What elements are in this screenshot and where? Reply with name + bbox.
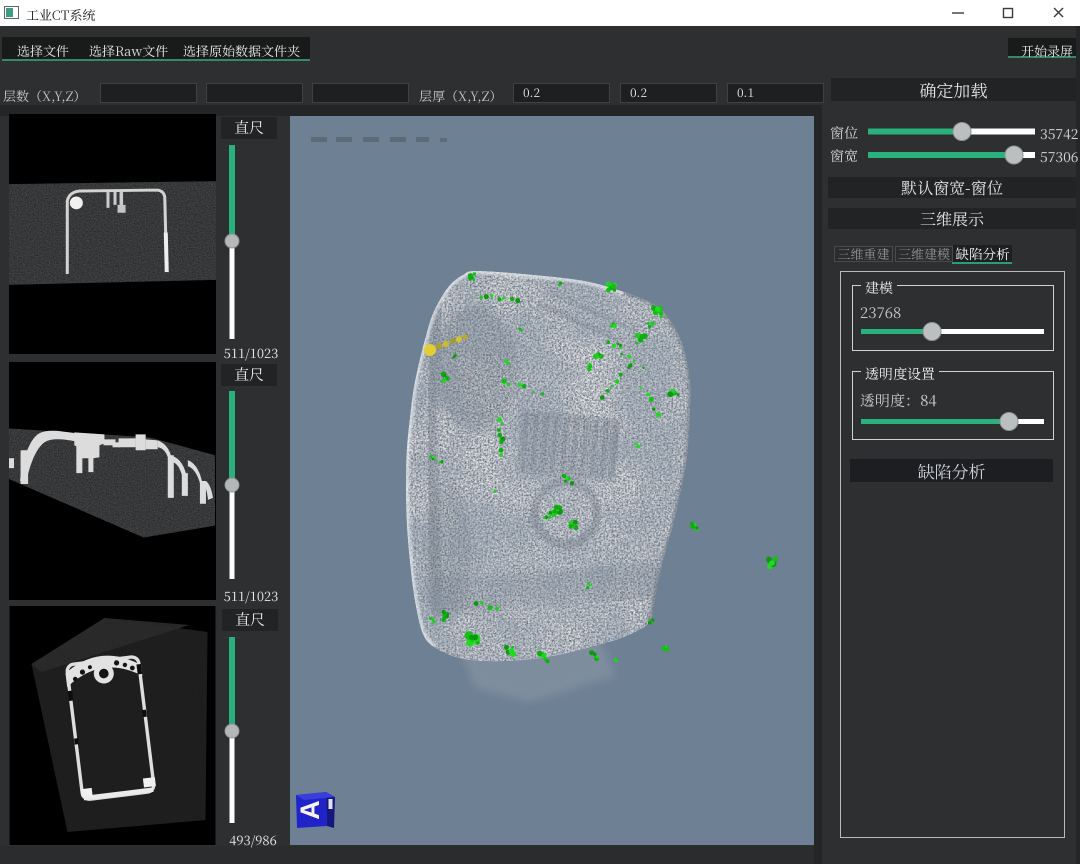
- svg-text:A: A: [295, 800, 325, 820]
